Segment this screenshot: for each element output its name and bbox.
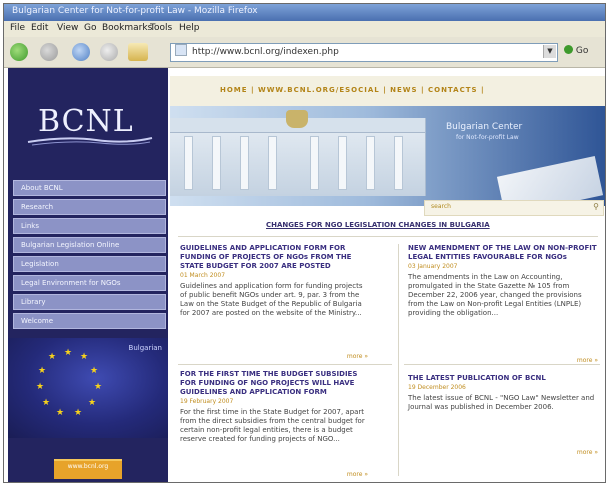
news-body: The amendments in the Law on Accounting,… xyxy=(408,273,582,317)
sidebar-item-links[interactable]: Links xyxy=(13,218,166,234)
top-navigation: HOME | WWW.BCNL.ORG/ESOCIAL | NEWS | CON… xyxy=(170,76,605,106)
title-bar: Bulgarian Center for Not-for-profit Law … xyxy=(4,4,605,21)
stop-icon[interactable] xyxy=(100,43,118,61)
building-column xyxy=(184,136,193,190)
flag-label: Bulgarian xyxy=(128,344,162,352)
menu-tools[interactable]: Tools xyxy=(150,23,172,33)
news-item: FOR THE FIRST TIME THE BUDGET SUBSIDIES … xyxy=(180,370,370,478)
menu-help[interactable]: Help xyxy=(179,23,200,33)
menu-file[interactable]: File xyxy=(10,23,25,33)
address-dropdown-icon[interactable]: ▼ xyxy=(543,45,556,58)
go-arrow-icon xyxy=(564,45,573,54)
site-badge[interactable]: www.bcnl.org xyxy=(54,459,122,479)
navigation-toolbar: http://www.bcnl.org/indexen.php ▼ Go xyxy=(4,37,605,68)
window-title: Bulgarian Center for Not-for-profit Law … xyxy=(12,6,258,16)
top-nav-links[interactable]: HOME | WWW.BCNL.ORG/ESOCIAL | NEWS | CON… xyxy=(220,86,485,94)
forward-arrow-icon[interactable] xyxy=(40,43,58,61)
sidebar-item-legislation[interactable]: Legislation xyxy=(13,256,166,272)
documents-image xyxy=(496,156,604,206)
news-date: 19 December 2006 xyxy=(408,384,466,391)
web-page: BCNL About BCNL Research Links Bulgarian… xyxy=(4,68,605,482)
back-arrow-icon[interactable] xyxy=(10,43,28,61)
banner-title: Bulgarian Center xyxy=(446,122,523,132)
news-title[interactable]: NEW AMENDMENT OF THE LAW ON NON-PROFIT L… xyxy=(408,244,600,262)
building-column xyxy=(240,136,249,190)
building-column xyxy=(310,136,319,190)
eu-star-icon: ★ xyxy=(74,408,83,418)
divider xyxy=(178,364,392,365)
search-placeholder: search xyxy=(431,203,451,210)
eu-star-icon: ★ xyxy=(80,352,89,362)
logo-swoosh-icon xyxy=(27,137,153,146)
sidebar-item-welcome[interactable]: Welcome xyxy=(13,313,166,329)
building-column xyxy=(338,136,347,190)
menu-bookmarks[interactable]: Bookmarks xyxy=(102,23,152,33)
page-heading[interactable]: CHANGES FOR NGO LEGISLATION CHANGES IN B… xyxy=(266,221,490,229)
news-body: Guidelines and application form for fund… xyxy=(180,282,363,317)
bcnl-logo[interactable]: BCNL xyxy=(26,104,156,148)
sidebar-item-legal-environment[interactable]: Legal Environment for NGOs xyxy=(13,275,166,291)
sidebar-item-about[interactable]: About BCNL xyxy=(13,180,166,196)
news-more-link[interactable]: more » xyxy=(577,357,598,364)
news-item: NEW AMENDMENT OF THE LAW ON NON-PROFIT L… xyxy=(408,244,600,364)
main-content: HOME | WWW.BCNL.ORG/ESOCIAL | NEWS | CON… xyxy=(170,68,605,482)
banner-subtitle: for Not-for-profit Law xyxy=(456,134,519,141)
news-more-link[interactable]: more » xyxy=(347,471,368,478)
address-bar[interactable]: http://www.bcnl.org/indexen.php ▼ xyxy=(170,43,558,62)
eu-star-icon: ★ xyxy=(42,398,51,408)
column-divider xyxy=(398,244,399,476)
address-url: http://www.bcnl.org/indexen.php xyxy=(192,47,339,57)
eu-flag-image: Bulgarian ★ ★ ★ ★ ★ ★ ★ ★ ★ ★ ★ xyxy=(8,338,168,438)
divider xyxy=(178,236,598,237)
parliament-building-image xyxy=(170,110,426,196)
news-date: 01 March 2007 xyxy=(180,272,226,279)
eu-star-icon: ★ xyxy=(36,382,45,392)
news-body: The latest issue of BCNL - "NGO Law" New… xyxy=(408,394,595,411)
menu-bar: File Edit View Go Bookmarks Tools Help xyxy=(4,21,605,37)
building-column xyxy=(268,136,277,190)
menu-go[interactable]: Go xyxy=(84,23,96,33)
news-more-link[interactable]: more » xyxy=(347,353,368,360)
sidebar-item-research[interactable]: Research xyxy=(13,199,166,215)
home-icon[interactable] xyxy=(128,43,148,61)
eu-star-icon: ★ xyxy=(48,352,57,362)
divider xyxy=(404,364,600,365)
news-date: 19 February 2007 xyxy=(180,398,234,405)
header-banner: Bulgarian Center for Not-for-profit Law xyxy=(170,106,605,206)
news-more-link[interactable]: more » xyxy=(577,449,598,456)
news-item: GUIDELINES AND APPLICATION FORM FOR FUND… xyxy=(180,244,370,360)
news-body: For the first time in the State Budget f… xyxy=(180,408,365,443)
search-icon[interactable]: ⚲ xyxy=(593,202,599,211)
sidebar-menu: About BCNL Research Links Bulgarian Legi… xyxy=(13,180,166,332)
building-column xyxy=(366,136,375,190)
news-date: 03 January 2007 xyxy=(408,263,458,270)
menu-view[interactable]: View xyxy=(57,23,78,33)
page-favicon-icon xyxy=(175,44,187,56)
eu-star-icon: ★ xyxy=(56,408,65,418)
eu-star-icon: ★ xyxy=(64,348,73,358)
building-column xyxy=(212,136,221,190)
building-column xyxy=(394,136,403,190)
browser-window: Bulgarian Center for Not-for-profit Law … xyxy=(3,3,606,483)
news-title[interactable]: GUIDELINES AND APPLICATION FORM FOR FUND… xyxy=(180,244,370,271)
search-input[interactable]: search ⚲ xyxy=(424,200,604,216)
sidebar-item-legislation-online[interactable]: Bulgarian Legislation Online xyxy=(13,237,166,253)
news-title[interactable]: FOR THE FIRST TIME THE BUDGET SUBSIDIES … xyxy=(180,370,370,397)
eu-star-icon: ★ xyxy=(88,398,97,408)
go-label: Go xyxy=(575,46,589,56)
eu-star-icon: ★ xyxy=(94,382,103,392)
news-item: THE LATEST PUBLICATION OF BCNL 19 Decemb… xyxy=(408,374,600,456)
eu-star-icon: ★ xyxy=(90,366,99,376)
sidebar-item-library[interactable]: Library xyxy=(13,294,166,310)
building-crest-icon xyxy=(286,110,308,128)
news-title[interactable]: THE LATEST PUBLICATION OF BCNL xyxy=(408,374,600,383)
go-button[interactable]: Go xyxy=(564,45,588,56)
reload-icon[interactable] xyxy=(72,43,90,61)
menu-edit[interactable]: Edit xyxy=(31,23,48,33)
site-sidebar: BCNL About BCNL Research Links Bulgarian… xyxy=(8,68,168,482)
eu-star-icon: ★ xyxy=(38,366,47,376)
